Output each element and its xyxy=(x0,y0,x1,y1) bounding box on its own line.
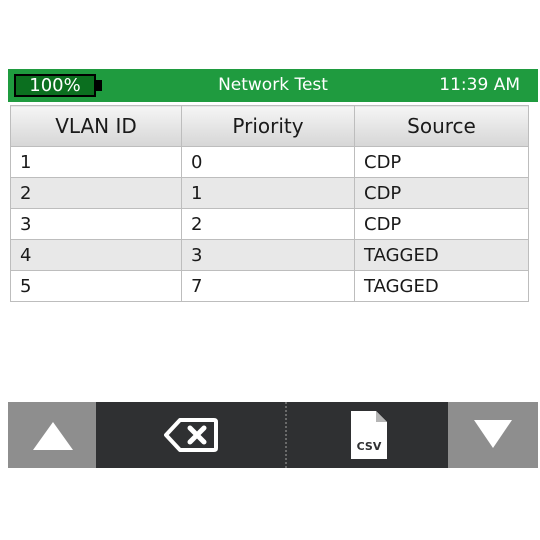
priority-cell: 1 xyxy=(181,177,355,209)
vlan-id-cell: 3 xyxy=(10,208,182,240)
status-bar: 100% Network Test 11:39 AM xyxy=(8,69,538,102)
triangle-down-icon xyxy=(474,420,512,448)
table-row[interactable]: 4 3 TAGGED xyxy=(10,239,529,271)
clock: 11:39 AM xyxy=(439,75,520,95)
vlan-table: VLAN ID Priority Source 1 0 CDP 2 1 CDP … xyxy=(10,105,529,302)
priority-cell: 0 xyxy=(181,146,355,178)
column-header-vlan-id[interactable]: VLAN ID xyxy=(10,105,182,147)
table-row[interactable]: 1 0 CDP xyxy=(10,146,529,178)
table-row[interactable]: 2 1 CDP xyxy=(10,177,529,209)
backspace-icon xyxy=(164,418,218,452)
csv-file-icon: CSV xyxy=(351,411,387,459)
table-row[interactable]: 3 2 CDP xyxy=(10,208,529,240)
scroll-down-button[interactable] xyxy=(448,402,538,468)
triangle-up-icon xyxy=(33,422,73,450)
source-cell: CDP xyxy=(354,177,529,209)
scroll-up-button[interactable] xyxy=(8,402,96,468)
table-row[interactable]: 5 7 TAGGED xyxy=(10,270,529,302)
vlan-id-cell: 5 xyxy=(10,270,182,302)
priority-cell: 7 xyxy=(181,270,355,302)
csv-label: CSV xyxy=(357,440,382,453)
source-cell: CDP xyxy=(354,146,529,178)
priority-cell: 3 xyxy=(181,239,355,271)
column-header-priority[interactable]: Priority xyxy=(181,105,355,147)
export-csv-button[interactable]: CSV xyxy=(287,402,448,468)
priority-cell: 2 xyxy=(181,208,355,240)
source-cell: TAGGED xyxy=(354,270,529,302)
vlan-id-cell: 1 xyxy=(10,146,182,178)
column-header-source[interactable]: Source xyxy=(354,105,529,147)
vlan-id-cell: 4 xyxy=(10,239,182,271)
clear-button[interactable] xyxy=(96,402,287,468)
vlan-id-cell: 2 xyxy=(10,177,182,209)
network-test-screen: 100% Network Test 11:39 AM VLAN ID Prior… xyxy=(8,69,538,468)
source-cell: TAGGED xyxy=(354,239,529,271)
table-header-row: VLAN ID Priority Source xyxy=(10,105,529,147)
source-cell: CDP xyxy=(354,208,529,240)
bottom-toolbar: CSV xyxy=(8,402,538,468)
